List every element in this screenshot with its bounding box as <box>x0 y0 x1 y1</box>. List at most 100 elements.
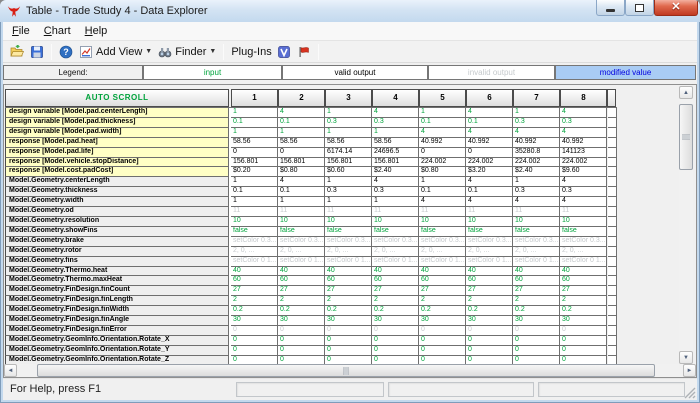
column-header-4[interactable]: 4 <box>372 89 419 107</box>
table-cell[interactable]: 40 <box>513 267 560 277</box>
table-cell[interactable]: 0.3 <box>560 118 607 128</box>
table-cell[interactable]: 4 <box>372 108 419 118</box>
table-cell[interactable]: 10 <box>325 217 372 227</box>
table-cell[interactable]: 0.2 <box>325 306 372 316</box>
table-cell[interactable]: 0 <box>560 346 607 356</box>
column-header-3[interactable]: 3 <box>325 89 372 107</box>
row-label[interactable]: response [Model.cost.padCost] <box>5 167 229 177</box>
table-cell[interactable]: 40.992 <box>419 138 466 148</box>
table-cell[interactable]: 10 <box>419 217 466 227</box>
table-cell[interactable]: 1 <box>231 128 278 138</box>
table-cell[interactable]: 30 <box>372 316 419 326</box>
menu-item-file[interactable]: File <box>5 23 37 39</box>
table-cell[interactable]: 0.3 <box>325 187 372 197</box>
maximize-button[interactable] <box>625 0 654 16</box>
table-cell[interactable]: 1 <box>372 128 419 138</box>
table-cell[interactable]: 0 <box>231 148 278 158</box>
table-cell[interactable]: setColor 0 1... <box>325 257 372 267</box>
table-cell[interactable]: 224.002 <box>466 158 513 168</box>
table-cell[interactable]: $3.20 <box>466 167 513 177</box>
table-cell[interactable]: 0.2 <box>278 306 325 316</box>
add-view-button[interactable]: Add View ▼ <box>76 43 155 61</box>
table-cell[interactable]: 4 <box>466 197 513 207</box>
table-cell[interactable]: 0 <box>419 336 466 346</box>
table-cell[interactable]: 0 <box>466 148 513 158</box>
table-cell[interactable]: 2 <box>560 296 607 306</box>
table-cell[interactable]: 1 <box>513 108 560 118</box>
table-cell[interactable]: 2 <box>231 296 278 306</box>
table-cell[interactable]: 0 <box>372 336 419 346</box>
table-cell[interactable]: 1 <box>231 177 278 187</box>
table-cell[interactable]: 4 <box>419 128 466 138</box>
table-cell[interactable]: false <box>278 227 325 237</box>
table-cell[interactable]: setColor 0.3... <box>560 237 607 247</box>
table-cell[interactable]: 0.2 <box>372 306 419 316</box>
column-header-7[interactable]: 7 <box>513 89 560 107</box>
table-cell[interactable]: 0.1 <box>278 187 325 197</box>
table-cell[interactable]: 141123 <box>560 148 607 158</box>
table-cell[interactable]: $0.20 <box>231 167 278 177</box>
table-cell[interactable]: 35280.8 <box>513 148 560 158</box>
table-cell[interactable]: 10 <box>231 217 278 227</box>
table-cell[interactable]: 11 <box>560 207 607 217</box>
table-cell[interactable]: 0 <box>325 346 372 356</box>
table-cell[interactable]: 2, 0, ... <box>231 247 278 257</box>
table-cell[interactable]: setColor 0 1... <box>419 257 466 267</box>
table-cell[interactable]: 1 <box>325 108 372 118</box>
table-cell[interactable]: 40.992 <box>560 138 607 148</box>
table-cell[interactable]: 0.3 <box>560 187 607 197</box>
row-label[interactable]: Model.Geometry.FinDesign.finWidth <box>5 306 229 316</box>
table-cell[interactable]: 2, 0, ... <box>325 247 372 257</box>
table-cell[interactable]: false <box>372 227 419 237</box>
table-cell[interactable]: 4 <box>278 108 325 118</box>
table-cell[interactable]: 2 <box>325 296 372 306</box>
table-cell[interactable]: 0.3 <box>513 118 560 128</box>
table-cell[interactable]: $9.60 <box>560 167 607 177</box>
table-cell[interactable]: 0.3 <box>325 118 372 128</box>
table-cell[interactable]: 60 <box>560 276 607 286</box>
table-cell[interactable]: 30 <box>466 316 513 326</box>
table-cell[interactable]: false <box>560 227 607 237</box>
table-cell[interactable]: 60 <box>419 276 466 286</box>
table-cell[interactable]: 2 <box>466 296 513 306</box>
table-cell[interactable]: 11 <box>513 207 560 217</box>
save-button[interactable] <box>27 43 47 61</box>
plugin-v-button[interactable] <box>274 43 294 61</box>
table-cell[interactable]: setColor 0 1... <box>278 257 325 267</box>
table-cell[interactable]: 1 <box>325 128 372 138</box>
table-cell[interactable]: 30 <box>278 316 325 326</box>
table-cell[interactable]: setColor 0.3... <box>513 237 560 247</box>
table-cell[interactable]: 40 <box>419 267 466 277</box>
auto-scroll-header[interactable]: AUTO SCROLL <box>5 89 229 107</box>
table-cell[interactable]: 4 <box>560 197 607 207</box>
table-cell[interactable]: 0.1 <box>419 187 466 197</box>
table-cell[interactable]: 40 <box>231 267 278 277</box>
plugin-flag-button[interactable] <box>294 43 314 61</box>
table-cell[interactable]: 0.3 <box>513 187 560 197</box>
table-cell[interactable]: 0 <box>513 326 560 336</box>
table-cell[interactable]: 0 <box>231 326 278 336</box>
table-cell[interactable]: 0.2 <box>419 306 466 316</box>
column-header-6[interactable]: 6 <box>466 89 513 107</box>
row-label[interactable]: response [Model.pad.life] <box>5 148 229 158</box>
table-cell[interactable]: 4 <box>419 197 466 207</box>
table-cell[interactable]: setColor 0 1... <box>513 257 560 267</box>
row-label[interactable]: Model.Geometry.brake <box>5 237 229 247</box>
table-cell[interactable]: 11 <box>419 207 466 217</box>
table-cell[interactable]: 27 <box>560 286 607 296</box>
row-label[interactable]: Model.Geometry.showFins <box>5 227 229 237</box>
table-cell[interactable]: $2.40 <box>513 167 560 177</box>
table-cell[interactable]: 0.1 <box>466 118 513 128</box>
table-cell[interactable]: 10 <box>560 217 607 227</box>
table-cell[interactable]: 30 <box>231 316 278 326</box>
table-cell[interactable]: 30 <box>325 316 372 326</box>
table-cell[interactable]: setColor 0.3... <box>372 237 419 247</box>
table-cell[interactable]: 11 <box>466 207 513 217</box>
help-button[interactable]: ? <box>56 43 76 61</box>
table-cell[interactable]: 0 <box>513 346 560 356</box>
table-cell[interactable]: 11 <box>372 207 419 217</box>
table-cell[interactable]: 4 <box>466 128 513 138</box>
column-header-5[interactable]: 5 <box>419 89 466 107</box>
table-cell[interactable]: 60 <box>372 276 419 286</box>
table-cell[interactable]: 0 <box>419 148 466 158</box>
